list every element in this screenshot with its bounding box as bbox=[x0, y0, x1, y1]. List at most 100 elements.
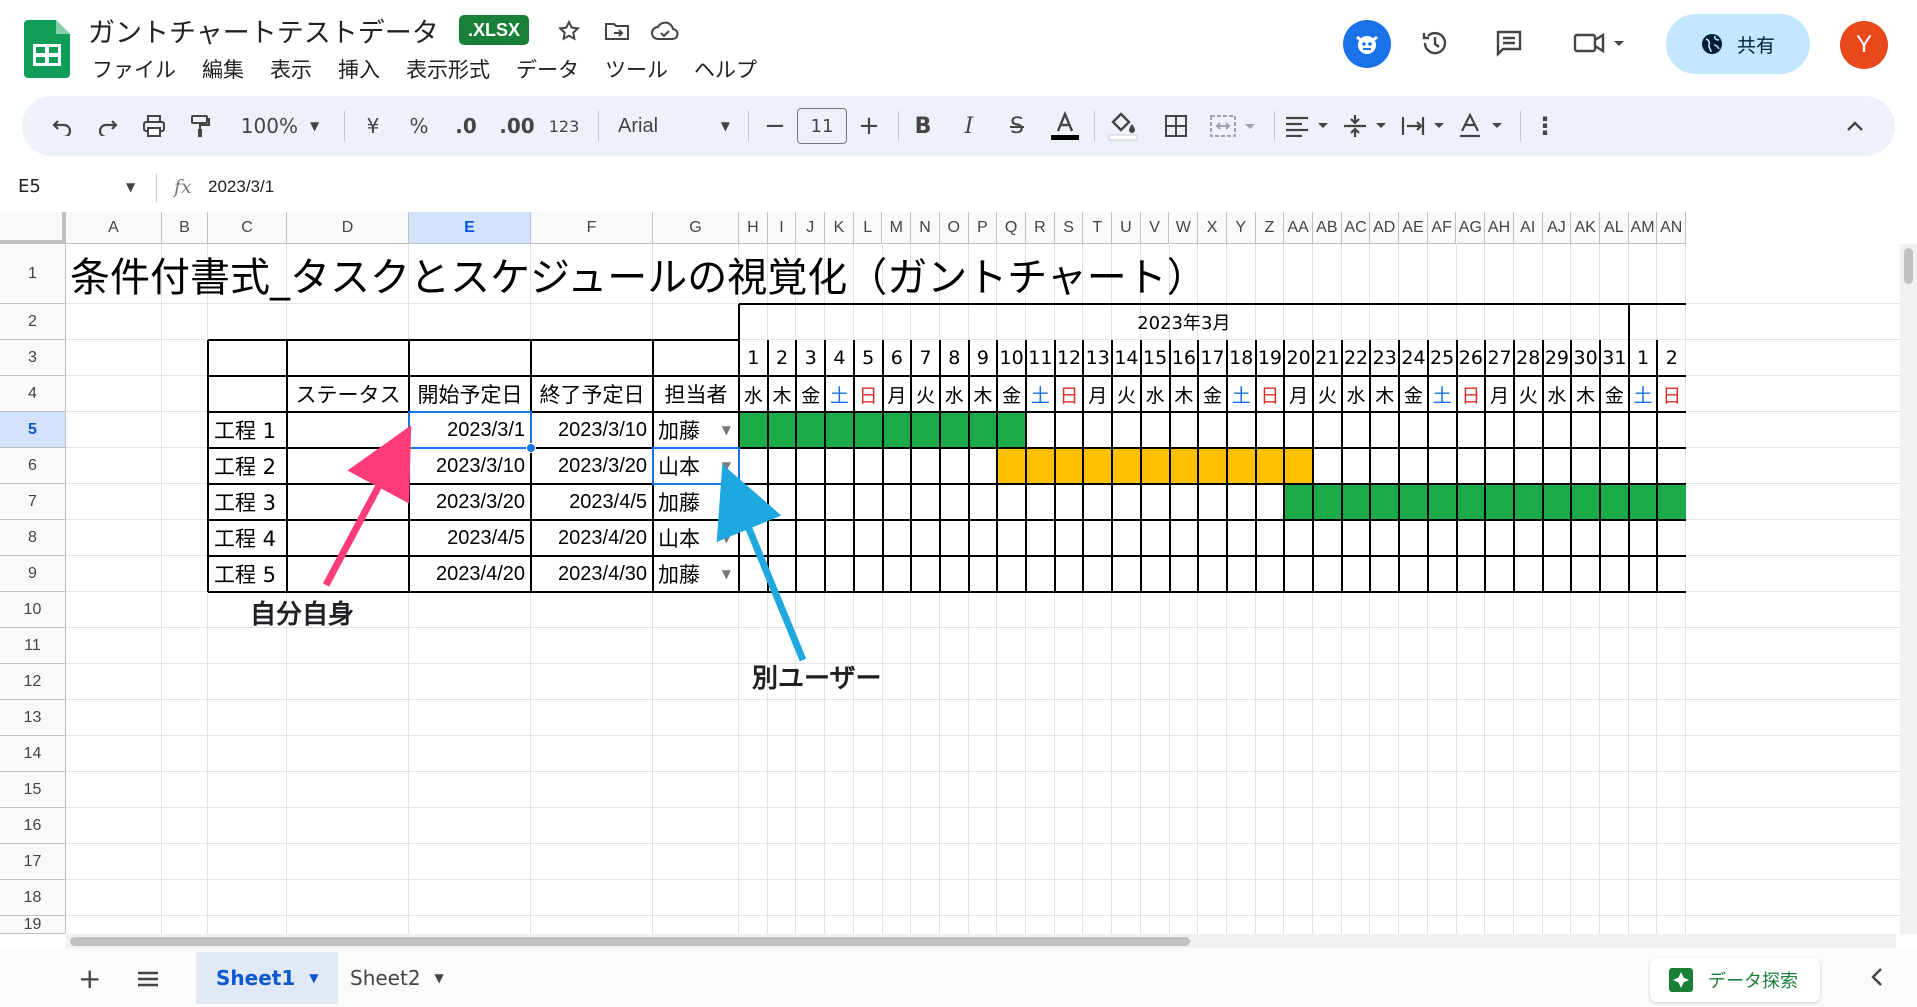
chevron-down-icon[interactable]: ▼ bbox=[722, 531, 739, 545]
merge-cells-icon[interactable] bbox=[1206, 96, 1262, 156]
column-header[interactable]: B bbox=[162, 212, 208, 244]
column-header[interactable]: AK bbox=[1571, 212, 1600, 244]
weekday[interactable]: 水 bbox=[1543, 376, 1572, 412]
task-status[interactable] bbox=[287, 448, 409, 484]
increase-decimal-button[interactable]: .00 bbox=[496, 96, 538, 156]
name-box[interactable]: E5 bbox=[18, 176, 41, 197]
task-name[interactable]: 工程 4 bbox=[208, 520, 287, 556]
decrease-decimal-button[interactable]: .0 bbox=[448, 96, 484, 156]
column-header[interactable]: AG bbox=[1456, 212, 1486, 244]
row-header[interactable]: 19 bbox=[0, 916, 66, 934]
column-header[interactable]: AC bbox=[1341, 212, 1371, 244]
weekday[interactable]: 土 bbox=[1227, 376, 1256, 412]
column-header[interactable]: K bbox=[825, 212, 854, 244]
row-header[interactable]: 4 bbox=[0, 376, 66, 412]
side-panel-toggle-icon[interactable] bbox=[1870, 966, 1884, 992]
column-header[interactable]: X bbox=[1198, 212, 1227, 244]
weekday[interactable]: 日 bbox=[1256, 376, 1285, 412]
more-formats-button[interactable]: 123 bbox=[546, 96, 582, 156]
column-header[interactable]: P bbox=[968, 212, 998, 244]
row-header[interactable]: 10 bbox=[0, 592, 66, 628]
row-header[interactable]: 14 bbox=[0, 736, 66, 772]
column-header[interactable]: T bbox=[1083, 212, 1113, 244]
chevron-down-icon[interactable]: ▼ bbox=[309, 971, 318, 985]
font-size-input[interactable]: 11 bbox=[797, 96, 847, 156]
day-number[interactable]: 1 bbox=[739, 340, 768, 376]
day-number[interactable]: 17 bbox=[1198, 340, 1227, 376]
day-number[interactable]: 7 bbox=[911, 340, 940, 376]
chevron-down-icon[interactable]: ▼ bbox=[435, 971, 444, 985]
weekday[interactable]: 金 bbox=[1198, 376, 1227, 412]
select-all-corner[interactable] bbox=[0, 212, 66, 244]
row-header[interactable]: 11 bbox=[0, 628, 66, 664]
horizontal-scroll-thumb[interactable] bbox=[70, 937, 1190, 946]
column-header[interactable]: D bbox=[287, 212, 409, 244]
column-header[interactable]: AE bbox=[1399, 212, 1428, 244]
move-folder-icon[interactable] bbox=[600, 14, 634, 48]
task-owner-dropdown[interactable]: 加藤 ▼ bbox=[653, 556, 739, 592]
day-number[interactable]: 5 bbox=[854, 340, 883, 376]
strikethrough-icon[interactable]: S bbox=[1000, 96, 1034, 156]
weekday[interactable]: 水 bbox=[739, 376, 768, 412]
task-end-date[interactable]: 2023/3/20 bbox=[531, 448, 653, 484]
sheet-title[interactable]: 条件付書式_タスクとスケジュールの視覚化（ガントチャート） bbox=[70, 244, 1207, 304]
day-number[interactable]: 26 bbox=[1457, 340, 1486, 376]
day-number[interactable]: 9 bbox=[969, 340, 998, 376]
currency-format-button[interactable]: ¥ bbox=[358, 96, 388, 156]
menu-edit[interactable]: 編集 bbox=[202, 54, 244, 84]
column-header[interactable]: AF bbox=[1427, 212, 1457, 244]
day-number[interactable]: 21 bbox=[1313, 340, 1342, 376]
column-header[interactable]: C bbox=[208, 212, 287, 244]
column-header[interactable]: N bbox=[911, 212, 940, 244]
increase-font-size-icon[interactable]: + bbox=[854, 96, 884, 156]
font-family-select[interactable]: Arial ▼ bbox=[614, 96, 734, 156]
column-header[interactable]: Y bbox=[1226, 212, 1256, 244]
day-number[interactable]: 1 bbox=[1629, 340, 1658, 376]
column-header[interactable]: AH bbox=[1485, 212, 1514, 244]
day-number[interactable]: 31 bbox=[1600, 340, 1629, 376]
task-end-date[interactable]: 2023/4/20 bbox=[531, 520, 653, 556]
fill-color-icon[interactable] bbox=[1104, 96, 1142, 156]
day-number[interactable]: 12 bbox=[1055, 340, 1084, 376]
vertical-scrollbar[interactable] bbox=[1900, 244, 1917, 934]
day-number[interactable]: 25 bbox=[1428, 340, 1457, 376]
column-header[interactable]: Z bbox=[1255, 212, 1285, 244]
column-header[interactable]: AD bbox=[1370, 212, 1400, 244]
weekday[interactable]: 金 bbox=[1399, 376, 1428, 412]
task-owner-dropdown[interactable]: 加藤 ▼ bbox=[653, 484, 739, 520]
weekday[interactable]: 火 bbox=[1514, 376, 1543, 412]
day-number[interactable]: 2 bbox=[768, 340, 797, 376]
weekday[interactable]: 火 bbox=[911, 376, 940, 412]
decrease-font-size-icon[interactable]: − bbox=[760, 96, 790, 156]
cloud-saved-icon[interactable] bbox=[648, 14, 682, 48]
row-header[interactable]: 3 bbox=[0, 340, 66, 376]
day-number[interactable]: 3 bbox=[796, 340, 825, 376]
header-status[interactable]: ステータス bbox=[287, 376, 409, 412]
menu-tools[interactable]: ツール bbox=[605, 54, 668, 84]
task-name[interactable]: 工程 3 bbox=[208, 484, 287, 520]
day-number[interactable]: 22 bbox=[1342, 340, 1371, 376]
weekday[interactable]: 木 bbox=[1370, 376, 1399, 412]
chevron-down-icon[interactable]: ▼ bbox=[722, 423, 739, 437]
collapse-toolbar-icon[interactable] bbox=[1838, 96, 1872, 156]
day-number[interactable]: 23 bbox=[1370, 340, 1399, 376]
day-number[interactable]: 30 bbox=[1571, 340, 1600, 376]
day-number[interactable]: 29 bbox=[1543, 340, 1572, 376]
row-header[interactable]: 12 bbox=[0, 664, 66, 700]
menu-view[interactable]: 表示 bbox=[270, 54, 312, 84]
task-status[interactable] bbox=[287, 520, 409, 556]
add-sheet-icon[interactable]: + bbox=[78, 962, 101, 995]
weekday[interactable]: 火 bbox=[1313, 376, 1342, 412]
meet-camera-icon[interactable] bbox=[1570, 26, 1630, 60]
column-header[interactable]: W bbox=[1169, 212, 1199, 244]
weekday[interactable]: 日 bbox=[1457, 376, 1486, 412]
day-number[interactable]: 8 bbox=[940, 340, 969, 376]
task-start-date[interactable]: 2023/3/10 bbox=[409, 448, 531, 484]
day-number[interactable]: 6 bbox=[883, 340, 912, 376]
selected-cell-E5[interactable] bbox=[408, 411, 532, 449]
row-header[interactable]: 18 bbox=[0, 880, 66, 916]
day-number[interactable]: 18 bbox=[1227, 340, 1256, 376]
weekday[interactable]: 土 bbox=[1428, 376, 1457, 412]
text-rotation-icon[interactable] bbox=[1456, 96, 1508, 156]
column-header[interactable]: S bbox=[1054, 212, 1084, 244]
